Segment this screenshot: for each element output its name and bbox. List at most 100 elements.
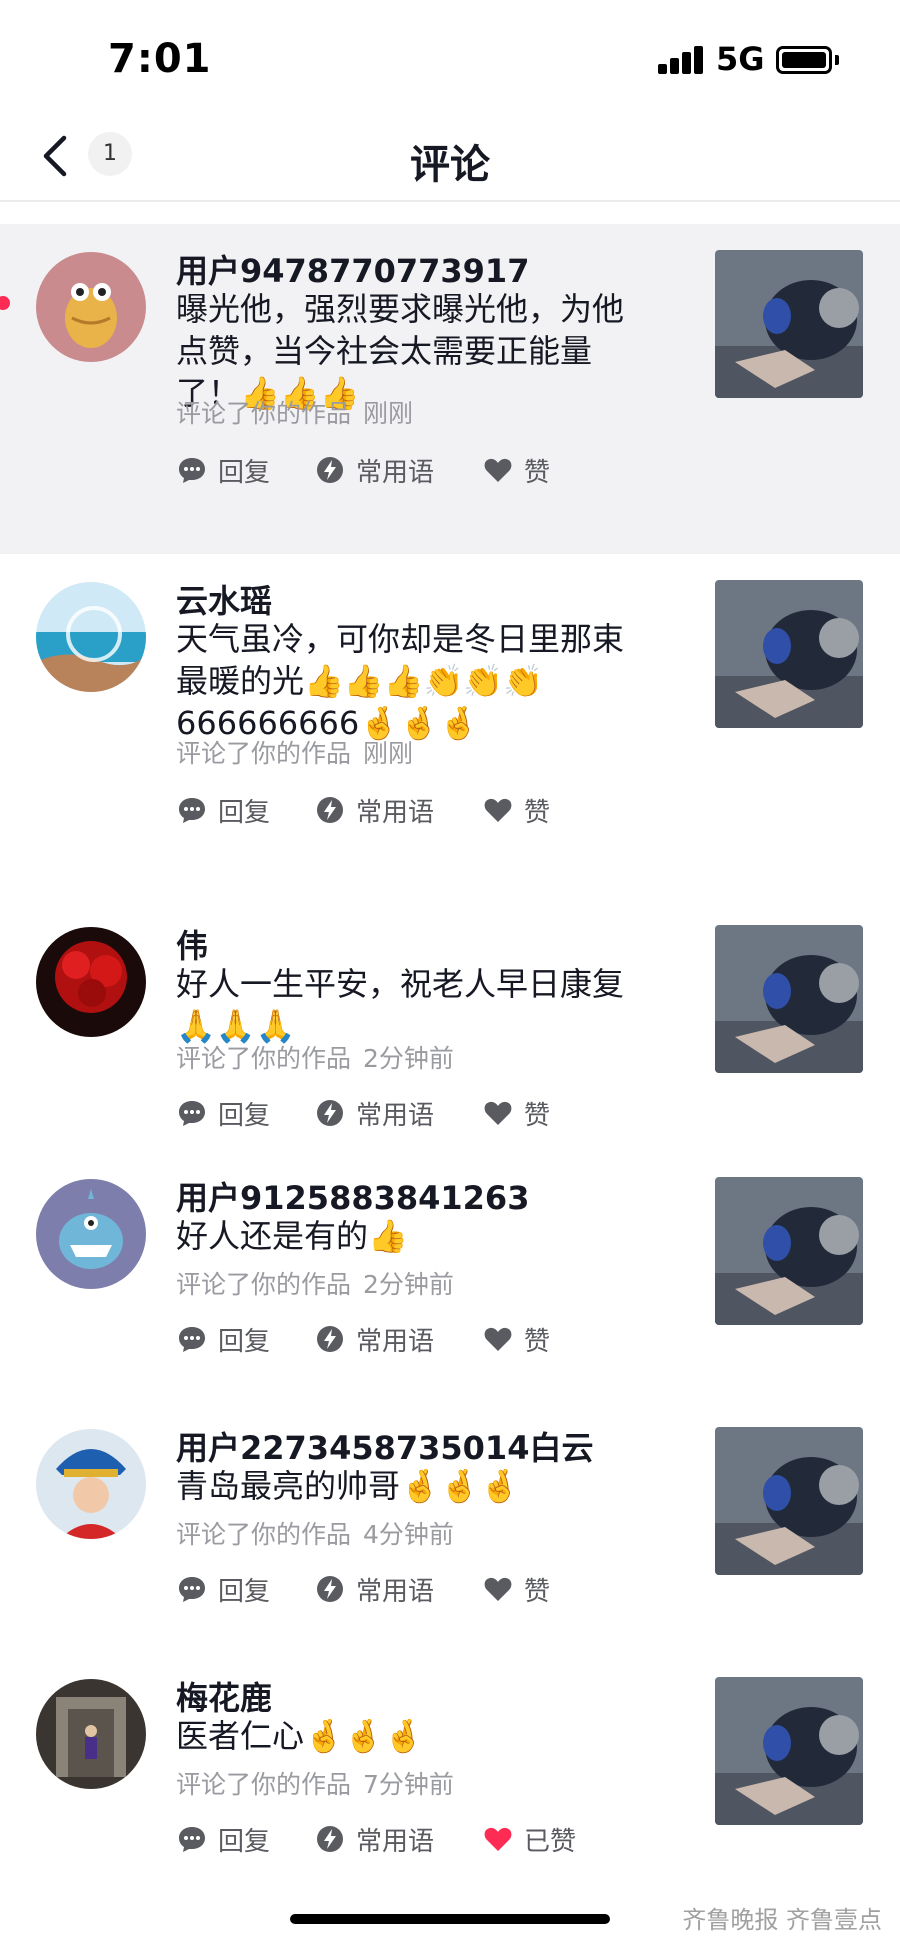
heart-icon [482,1097,514,1129]
comment-item[interactable]: 用户9478770773917 曝光他，强烈要求曝光他，为他点赞，当今社会太需要… [0,224,900,554]
like-button[interactable]: 赞 [482,1093,550,1133]
chat-bubble-icon [176,454,208,486]
like-label: 赞 [524,1576,551,1607]
comment-meta: 评论了你的作品 刚刚 [176,394,413,430]
chat-bubble-icon [176,1573,208,1605]
avatar[interactable] [36,1179,146,1289]
battery-cap [835,55,839,65]
video-thumbnail-image [715,250,863,398]
common-phrases-button[interactable]: 常用语 [314,1569,434,1609]
like-button[interactable]: 赞 [482,450,550,490]
comment-meta: 评论了你的作品 刚刚 [176,734,413,770]
comment-actions: 回复 常用语 赞 [176,1093,616,1133]
common-phrases-label: 常用语 [356,1576,435,1607]
comment-username[interactable]: 云水瑶 [176,576,272,622]
avatar-cartoon-image [36,252,146,362]
video-thumbnail[interactable] [715,250,863,398]
comment-item[interactable]: 伟 好人一生平安，祝老人早日康复🙏🙏🙏 评论了你的作品 2分钟前 回复 常用语 赞 [0,899,900,1151]
comment-text: 天气虽冷，可你却是冬日里那束最暖的光👍👍👍👏👏👏666666666🤞🤞🤞 [176,620,625,742]
watermark: 齐鲁晚报 齐鲁壹点 [682,1906,882,1934]
comment-username[interactable]: 梅花鹿 [176,1673,272,1719]
meta-action: 评论了你的作品 [176,739,352,768]
avatar[interactable] [36,582,146,692]
home-indicator[interactable] [290,1914,610,1924]
avatar-photo-image [36,1679,146,1789]
common-phrases-label: 常用语 [356,797,435,828]
comment-text: 好人一生平安，祝老人早日康复🙏🙏🙏 [176,965,625,1045]
avatar[interactable] [36,927,146,1037]
like-button[interactable]: 赞 [482,1569,550,1609]
liked-button[interactable]: 已赞 [482,1819,576,1859]
common-phrases-label: 常用语 [356,1326,435,1357]
avatar[interactable] [36,252,146,362]
page-title: 评论 [410,142,490,188]
video-thumbnail[interactable] [715,925,863,1073]
unread-dot [0,296,10,310]
chat-bubble-icon [176,794,208,826]
lightning-icon [314,454,346,486]
meta-action: 评论了你的作品 [176,1044,352,1073]
reply-button[interactable]: 回复 [176,1569,270,1609]
meta-action: 评论了你的作品 [176,1520,352,1549]
common-phrases-button[interactable]: 常用语 [314,1819,434,1859]
reply-button[interactable]: 回复 [176,1093,270,1133]
comment-item[interactable]: 用户2273458735014白云 青岛最亮的帅哥🤞🤞🤞 评论了你的作品 4分钟前… [0,1401,900,1651]
video-thumbnail-image [715,1677,863,1825]
network-label: 5G [716,40,765,78]
heart-icon [482,1573,514,1605]
comment-username[interactable]: 用户9478770773917 [176,246,529,292]
reply-label: 回复 [218,797,271,828]
comment-username[interactable]: 用户2273458735014白云 [176,1423,593,1469]
common-phrases-button[interactable]: 常用语 [314,450,434,490]
common-phrases-button[interactable]: 常用语 [314,1319,434,1359]
heart-icon [482,794,514,826]
comment-actions: 回复 常用语 赞 [176,790,616,830]
common-phrases-label: 常用语 [356,1100,435,1131]
reply-label: 回复 [218,1326,271,1357]
status-bar: 7:01 5G [0,0,900,110]
like-label: 赞 [524,457,551,488]
avatar[interactable] [36,1429,146,1539]
comment-item[interactable]: 梅花鹿 医者仁心🤞🤞🤞 评论了你的作品 7分钟前 回复 常用语 已赞 [0,1651,900,1913]
meta-time: 2分钟前 [363,1044,454,1073]
reply-label: 回复 [218,1826,271,1857]
reply-button[interactable]: 回复 [176,1819,270,1859]
battery-icon [776,46,832,74]
lightning-icon [314,794,346,826]
like-button[interactable]: 赞 [482,1319,550,1359]
avatar[interactable] [36,1679,146,1789]
status-time: 7:01 [108,36,212,82]
comment-username[interactable]: 伟 [176,921,208,967]
like-button[interactable]: 赞 [482,790,550,830]
reply-button[interactable]: 回复 [176,790,270,830]
lightning-icon [314,1097,346,1129]
meta-time: 7分钟前 [363,1770,454,1799]
meta-time: 刚刚 [363,739,414,768]
meta-action: 评论了你的作品 [176,1770,352,1799]
liked-label: 已赞 [524,1826,577,1857]
avatar-red-tree-image [36,927,146,1037]
common-phrases-button[interactable]: 常用语 [314,1093,434,1133]
lightning-icon [314,1323,346,1355]
video-thumbnail[interactable] [715,1427,863,1575]
video-thumbnail[interactable] [715,1677,863,1825]
comment-actions: 回复 常用语 赞 [176,1319,616,1359]
comment-item[interactable]: 云水瑶 天气虽冷，可你却是冬日里那束最暖的光👍👍👍👏👏👏666666666🤞🤞🤞… [0,554,900,899]
comment-username[interactable]: 用户9125883841263 [176,1173,529,1219]
video-thumbnail-image [715,580,863,728]
video-thumbnail[interactable] [715,580,863,728]
reply-button[interactable]: 回复 [176,450,270,490]
common-phrases-label: 常用语 [356,1826,435,1857]
comment-item[interactable]: 用户9125883841263 好人还是有的👍 评论了你的作品 2分钟前 回复 常… [0,1151,900,1401]
avatar-monster-image [36,1179,146,1289]
reply-button[interactable]: 回复 [176,1319,270,1359]
comment-text: 青岛最亮的帅哥🤞🤞🤞 [176,1467,520,1505]
like-label: 赞 [524,1100,551,1131]
video-thumbnail-image [715,1427,863,1575]
common-phrases-button[interactable]: 常用语 [314,790,434,830]
meta-time: 刚刚 [363,399,414,428]
like-label: 赞 [524,797,551,828]
meta-time: 2分钟前 [363,1270,454,1299]
video-thumbnail[interactable] [715,1177,863,1325]
signal-icon [658,46,706,74]
